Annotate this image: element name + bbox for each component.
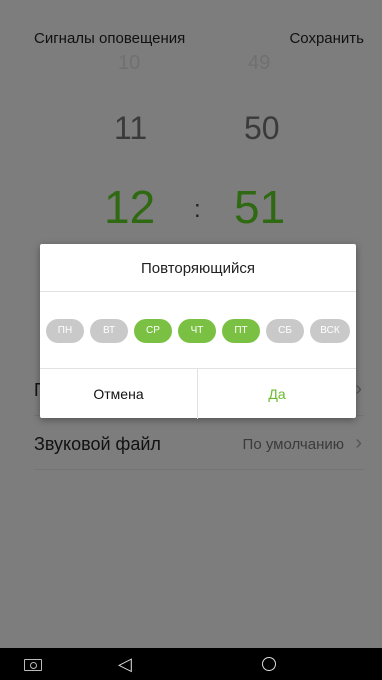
day-chip-thu[interactable]: ЧТ [178, 319, 216, 343]
hour-prev[interactable]: 11 [114, 110, 147, 147]
day-selector: ПН ВТ СР ЧТ ПТ СБ ВСК [46, 319, 352, 343]
system-nav-bar: ◁ [0, 648, 382, 680]
hour-current[interactable]: 12 [104, 180, 155, 234]
day-chip-sat[interactable]: СБ [266, 319, 304, 343]
day-chip-fri[interactable]: ПТ [222, 319, 260, 343]
minute-prev[interactable]: 50 [244, 110, 280, 147]
chevron-right-icon: › [355, 432, 362, 454]
sound-value: По умолчанию [242, 436, 344, 453]
back-icon[interactable]: ◁ [118, 654, 132, 675]
minute-ghost: 49 [248, 52, 271, 74]
repeat-dialog: Повторяющийся ПН ВТ СР ЧТ ПТ СБ ВСК Отме… [40, 244, 356, 419]
cancel-button[interactable]: Отмена [40, 369, 198, 419]
header: Сигналы оповещения Сохранить [0, 0, 382, 60]
sound-label: Звуковой файл [34, 434, 161, 454]
confirm-button[interactable]: Да [198, 369, 356, 419]
hour-ghost: 10 [118, 52, 141, 74]
minute-current[interactable]: 51 [234, 180, 285, 234]
day-chip-wed[interactable]: СР [134, 319, 172, 343]
day-chip-mon[interactable]: ПН [46, 319, 84, 343]
dialog-buttons: Отмена Да [40, 368, 356, 419]
sound-row[interactable]: Звуковой файл По умолчанию › [34, 418, 364, 470]
day-chip-tue[interactable]: ВТ [90, 319, 128, 343]
day-chip-sun[interactable]: ВСК [310, 319, 350, 343]
home-icon[interactable] [262, 657, 276, 671]
save-button[interactable]: Сохранить [289, 30, 364, 47]
dialog-title: Повторяющийся [40, 244, 356, 292]
recent-apps-icon[interactable] [24, 659, 42, 671]
chevron-right-icon: › [355, 378, 362, 400]
time-colon: : [194, 196, 201, 223]
page-title: Сигналы оповещения [34, 30, 186, 47]
